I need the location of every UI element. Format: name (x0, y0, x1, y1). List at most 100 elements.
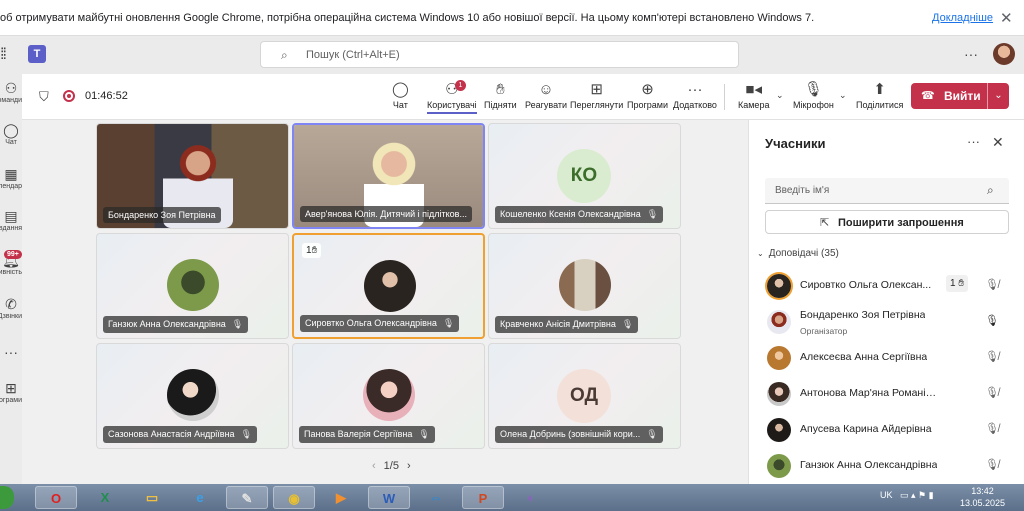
tile-name-text: Сазонова Анастасія Андріївна (108, 429, 235, 439)
mic-options-chevron-icon[interactable]: ⌄ (839, 90, 847, 101)
close-icon[interactable]: ✕ (1000, 9, 1013, 27)
toolbar-divider (724, 84, 725, 110)
hand-count: 1 (950, 278, 956, 289)
rail-item-calls[interactable]: ✆ Дзвінки (0, 296, 22, 320)
rail-item-calendar[interactable]: ▦ Календар (0, 166, 22, 190)
participant-search-input[interactable]: Введіть ім'я ⌕ (765, 178, 1009, 204)
excel-icon[interactable]: X (84, 486, 126, 509)
chrome-update-infobar: об отримувати майбутні оновлення Google … (0, 0, 1024, 36)
input-language[interactable]: UK (880, 490, 893, 500)
chevron-left-icon[interactable]: ‹ (372, 460, 376, 472)
share-button[interactable]: ⬆ Поділитися (856, 80, 903, 110)
chevron-down-icon: ⌄ (757, 249, 764, 258)
rail-item-assignments[interactable]: ▤ Завдання (0, 208, 22, 232)
tray-icons[interactable]: ▭ ▴ ⚑ ▮ (900, 490, 934, 501)
share-label: Поділитися (856, 100, 904, 110)
camera-options-chevron-icon[interactable]: ⌄ (776, 90, 784, 101)
search-icon: ⌕ (987, 183, 994, 197)
video-tile[interactable]: Панова Валерія Сергіївна 🎙︎ (292, 343, 485, 449)
close-icon[interactable]: ✕ (992, 134, 1004, 151)
video-tile[interactable]: ОД Олена Добринь (зовнішній кори... 🎙︎ (488, 343, 681, 449)
more-icon[interactable]: ··· (967, 134, 980, 149)
view-button[interactable]: ⊞ Переглянути (570, 80, 623, 110)
more-actions-button[interactable]: ··· Додатково (673, 80, 717, 110)
clock-time: 13:42 (971, 486, 994, 496)
word-icon[interactable]: W (368, 486, 410, 509)
video-tile-raised-hand[interactable]: 1✋︎ Сировтко Ольга Олександрівна 🎙︎ (292, 233, 485, 339)
settings-more-icon[interactable]: ··· (964, 46, 978, 62)
hang-up-icon: ☎ (921, 90, 935, 102)
raised-hand-indicator: 1✋︎ (302, 243, 322, 258)
share-invite-button[interactable]: ⇱ Поширити запрошення (765, 210, 1009, 234)
tile-name-text: Бондаренко Зоя Петрівна (108, 210, 216, 220)
assignments-icon: ▤ (4, 208, 18, 224)
raise-hand-button[interactable]: ✋︎ Підняти (484, 80, 517, 110)
participant-row[interactable]: Апусева Карина Айдерівна 🎙︎̸ (749, 412, 1024, 448)
apps-button[interactable]: ⊕ Програми (627, 80, 668, 110)
rail-item-apps[interactable]: ⊞ Програми (0, 380, 22, 404)
infobar-learn-more-link[interactable]: Докладніше (932, 12, 993, 24)
explorer-icon[interactable]: ▭ (131, 486, 173, 509)
people-button[interactable]: ⚇ 1 Користувачі (427, 80, 477, 114)
system-clock[interactable]: 13:42 13.05.2025 (960, 485, 1005, 509)
video-tile[interactable]: Кравченко Анісія Дмитрівна 🎙︎ (488, 233, 681, 339)
paint-icon[interactable]: ✎ (226, 486, 268, 509)
tor-icon[interactable]: ◐ (510, 486, 552, 509)
recording-icon (63, 90, 75, 102)
participant-row[interactable]: Антонова Мар'яна Романівна 🎙︎̸ (749, 376, 1024, 412)
participant-row[interactable]: Алексеєва Анна Сергіївна 🎙︎̸ (749, 340, 1024, 376)
initials-avatar: КО (557, 149, 611, 203)
chrome-icon[interactable]: ◉ (273, 486, 315, 509)
camera-label: Камера (738, 100, 770, 110)
leave-label: Вийти (944, 89, 981, 103)
participant-row[interactable]: Бондаренко Зоя Петрівна Організатор 🎙︎ (749, 304, 1024, 340)
shield-icon[interactable]: ⛉ (39, 89, 49, 105)
mic-off-icon: 🎙︎ (240, 429, 252, 439)
rail-item-label: Активність (0, 269, 22, 276)
participant-row[interactable]: Ганзюк Анна Олександрівна 🎙︎̸ (749, 448, 1024, 484)
chevron-right-icon[interactable]: › (407, 460, 411, 472)
mic-button[interactable]: 🎙︎ Мікрофон (793, 80, 834, 110)
participant-row[interactable]: Сировтко Ольга Олексан... 1 ✋︎ 🎙︎̸ (749, 268, 1024, 304)
search-input[interactable]: ⌕ Пошук (Ctrl+Alt+E) (260, 41, 739, 68)
panel-title: Учасники (765, 136, 826, 151)
tile-name: Сировтко Ольга Олександрівна 🎙︎ (300, 315, 460, 332)
profile-avatar[interactable] (993, 43, 1015, 65)
rail-item-more[interactable]: ··· (0, 344, 22, 360)
chat-button-label: Чат (392, 100, 408, 110)
video-tile[interactable]: Бондаренко Зоя Петрівна (96, 123, 289, 229)
chat-button[interactable]: ◯ Чат (392, 80, 409, 110)
leave-options-chevron-icon[interactable]: ⌄ (987, 83, 1009, 109)
video-tile[interactable]: Сазонова Анастасія Андріївна 🎙︎ (96, 343, 289, 449)
rail-item-label: Програми (0, 397, 22, 404)
tile-name-text: Панова Валерія Сергіївна (304, 429, 413, 439)
avatar (559, 259, 611, 311)
video-tile-active-speaker[interactable]: Авер'янова Юлія. Дитячий і підлітков... (292, 123, 485, 229)
tile-name: Ганзюк Анна Олександрівна 🎙︎ (103, 316, 249, 333)
video-tile[interactable]: КО Кошеленко Ксенія Олександрівна 🎙︎ (488, 123, 681, 229)
react-button[interactable]: ☺ Реагувати (525, 80, 567, 110)
rail-item-chat[interactable]: ◯ Чат (0, 122, 22, 146)
ie-icon[interactable]: e (179, 486, 221, 509)
video-tile[interactable]: Ганзюк Анна Олександрівна 🎙︎ (96, 233, 289, 339)
mic-off-icon: 🎙︎̸ (985, 423, 999, 435)
start-button-icon[interactable] (0, 486, 14, 509)
camera-button[interactable]: ■◂ Камера (738, 80, 769, 110)
powerpoint-icon[interactable]: P (462, 486, 504, 509)
apps-icon: ⊞ (5, 380, 17, 396)
mic-icon: 🎙︎ (803, 81, 823, 98)
apps-icon: ⊕ (641, 81, 654, 98)
windows-taskbar: O X ▭ e ✎ ◉ ▶ W ⇔ P ◐ UK ▭ ▴ ⚑ ▮ 13:42 1… (0, 484, 1024, 511)
leave-button[interactable]: ☎ Вийти ⌄ (911, 83, 1009, 109)
mic-off-icon: 🎙︎̸ (985, 279, 999, 291)
view-icon: ⊞ (590, 81, 603, 98)
teamviewer-icon[interactable]: ⇔ (415, 486, 457, 509)
media-icon[interactable]: ▶ (320, 486, 362, 509)
app-launcher-icon[interactable]: ⁞⁞ (0, 46, 7, 64)
avatar (767, 310, 791, 334)
rail-item-teams[interactable]: ⚇ Команди (0, 80, 22, 104)
opera-icon[interactable]: O (35, 486, 77, 509)
avatar (767, 274, 791, 298)
tile-name-text: Кошеленко Ксенія Олександрівна (500, 209, 641, 219)
presenters-group-header[interactable]: ⌄ Доповідачі (35) (757, 248, 839, 259)
